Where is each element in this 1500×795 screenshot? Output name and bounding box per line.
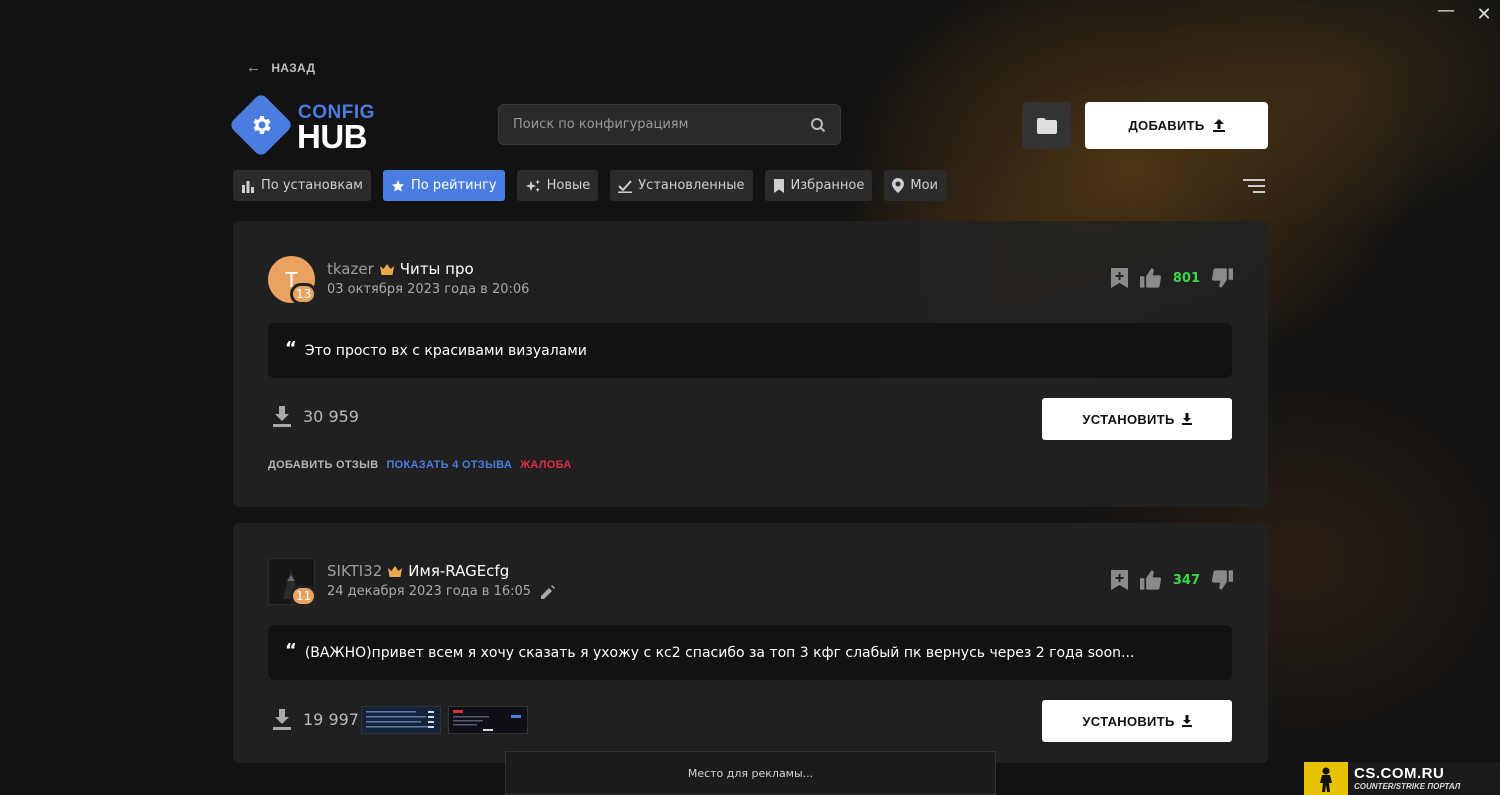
config-card: T 13 tkazer Читы про 03 октября 2023 год… <box>233 221 1268 507</box>
check-icon <box>618 179 633 193</box>
quote-icon: “ <box>285 639 297 661</box>
search-box[interactable] <box>498 104 841 145</box>
author-line: SIKTI32 Имя-RAGEcfg <box>327 562 509 580</box>
ad-text: Место для рекламы... <box>687 766 814 780</box>
show-reviews-link[interactable]: ПОКАЗАТЬ 4 ОТЗЫВА <box>386 459 512 471</box>
bookmark-icon <box>773 178 784 193</box>
folder-button[interactable] <box>1022 102 1071 149</box>
tab-by-installs[interactable]: По установкам <box>233 170 371 201</box>
rating-actions: 801 <box>1110 268 1233 288</box>
config-name: Имя-RAGEcfg <box>408 562 510 580</box>
thumbs-up-icon[interactable] <box>1139 268 1161 288</box>
bookmark-add-icon[interactable] <box>1110 268 1128 288</box>
likes-count: 801 <box>1172 270 1200 286</box>
tab-installed[interactable]: Установленные <box>610 170 753 201</box>
tab-label: По рейтингу <box>410 178 497 193</box>
bar-chart-icon <box>242 180 254 193</box>
quote-icon: “ <box>285 337 297 359</box>
site-watermark: CS.COM.RU COUNTER/STRIKE ПОРТАЛ <box>1304 762 1500 795</box>
thumbs-down-icon[interactable] <box>1212 570 1233 590</box>
screenshot-thumbnail[interactable] <box>448 706 528 734</box>
tab-label: Новые <box>546 178 591 193</box>
watermark-title: CS.COM.RU <box>1354 765 1445 782</box>
rating-actions: 347 <box>1110 570 1233 590</box>
watermark-subtitle: COUNTER/STRIKE ПОРТАЛ <box>1354 782 1461 791</box>
download-icon <box>1181 413 1192 425</box>
soldier-icon <box>1304 762 1348 795</box>
config-description: “ Это просто вх с красивами визуалами <box>268 323 1232 378</box>
back-label: НАЗАД <box>271 60 316 75</box>
install-button[interactable]: УСТАНОВИТЬ <box>1042 700 1232 742</box>
sort-icon[interactable] <box>1243 178 1265 194</box>
search-input[interactable] <box>513 117 810 132</box>
install-button[interactable]: УСТАНОВИТЬ <box>1042 398 1232 440</box>
crown-icon <box>379 263 394 275</box>
pencil-icon[interactable] <box>541 584 556 599</box>
config-card: 11 SIKTI32 Имя-RAGEcfg 24 декабря 2023 г… <box>233 523 1268 763</box>
download-icon <box>273 709 291 730</box>
likes-count: 347 <box>1172 572 1200 588</box>
config-name: Читы про <box>399 260 474 278</box>
author-line: tkazer Читы про <box>327 260 474 278</box>
thumbs-up-icon[interactable] <box>1139 570 1161 590</box>
author-nickname[interactable]: tkazer <box>327 260 374 278</box>
upload-icon <box>1212 119 1225 132</box>
tab-new[interactable]: Новые <box>516 170 599 201</box>
date-text: 03 октября 2023 года в 20:06 <box>327 282 530 297</box>
filter-tabs: По установкам По рейтингу Новые Установл… <box>233 170 946 201</box>
search-icon[interactable] <box>810 117 826 133</box>
tab-label: Мои <box>910 178 938 193</box>
tab-label: Избранное <box>790 178 865 193</box>
folder-icon <box>1036 117 1057 134</box>
gear-icon <box>232 96 290 154</box>
tab-label: По установкам <box>261 178 363 193</box>
sparkle-icon <box>525 178 540 192</box>
config-date: 03 октября 2023 года в 20:06 <box>327 282 529 297</box>
tab-label: Установленные <box>638 178 745 193</box>
add-button-label: ДОБАВИТЬ <box>1128 118 1205 133</box>
download-icon <box>273 406 291 427</box>
config-date: 24 декабря 2023 года в 16:05 <box>327 584 556 599</box>
tab-mine[interactable]: Мои <box>884 170 946 201</box>
download-count: 19 997 <box>273 709 359 730</box>
crown-icon <box>388 565 403 577</box>
star-icon <box>391 179 405 192</box>
bookmark-add-icon[interactable] <box>1110 570 1128 590</box>
level-badge: 11 <box>290 585 318 607</box>
description-text: (ВАЖНО)привет всем я хочу сказать я ухож… <box>304 644 1135 661</box>
card-links: ДОБАВИТЬ ОТЗЫВ ПОКАЗАТЬ 4 ОТЗЫВА ЖАЛОБА <box>268 459 572 471</box>
tab-favorites[interactable]: Избранное <box>764 170 873 201</box>
thumbs-down-icon[interactable] <box>1212 268 1233 288</box>
date-text: 24 декабря 2023 года в 16:05 <box>327 584 532 599</box>
level-badge: 13 <box>290 283 318 305</box>
download-value: 19 997 <box>303 710 359 729</box>
logo-text-hub: HUB <box>297 118 368 155</box>
description-text: Это просто вх с красивами визуалами <box>304 342 587 359</box>
add-config-button[interactable]: ДОБАВИТЬ <box>1085 102 1268 149</box>
install-label: УСТАНОВИТЬ <box>1082 713 1175 729</box>
install-label: УСТАНОВИТЬ <box>1082 411 1175 427</box>
author-nickname[interactable]: SIKTI32 <box>327 562 382 580</box>
location-pin-icon <box>892 178 905 193</box>
close-button[interactable]: ✕ <box>1470 4 1498 25</box>
back-link[interactable]: ← НАЗАД <box>246 59 315 76</box>
add-review-link[interactable]: ДОБАВИТЬ ОТЗЫВ <box>268 459 378 471</box>
config-hub-logo: CONFIG HUB <box>228 92 382 158</box>
arrow-left-icon: ← <box>246 59 262 76</box>
config-description: “ (ВАЖНО)привет всем я хочу сказать я ух… <box>268 625 1232 680</box>
tab-by-rating[interactable]: По рейтингу <box>382 170 505 201</box>
download-count: 30 959 <box>273 406 359 427</box>
download-icon <box>1181 715 1192 727</box>
screenshot-thumbnail[interactable] <box>361 706 441 734</box>
report-link[interactable]: ЖАЛОБА <box>520 459 572 471</box>
download-value: 30 959 <box>303 407 359 426</box>
minimize-button[interactable]: — <box>1432 0 1460 21</box>
ad-placeholder[interactable]: Место для рекламы... <box>505 751 996 795</box>
